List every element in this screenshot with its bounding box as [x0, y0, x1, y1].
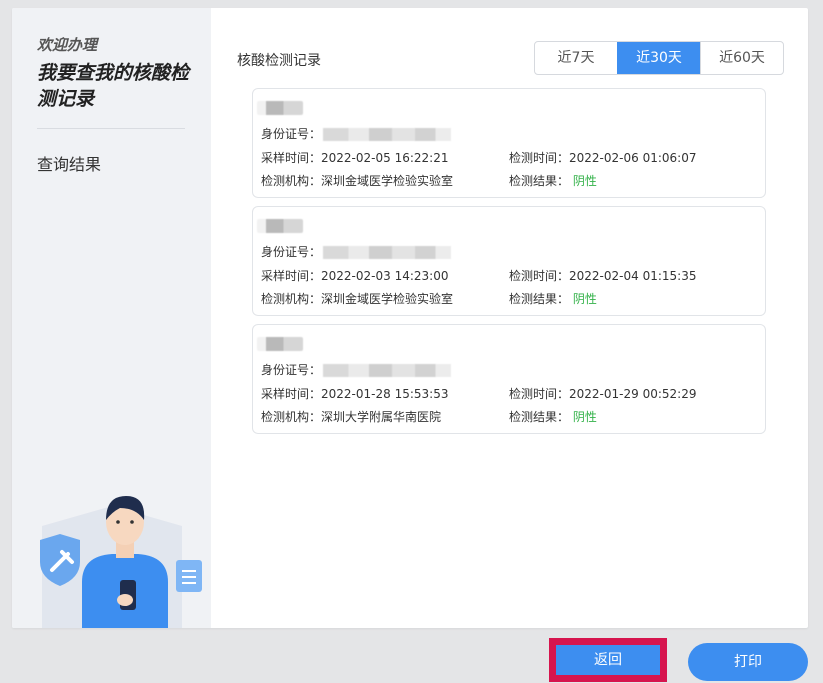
name-redacted [257, 337, 303, 351]
divider [37, 128, 185, 129]
tab-60-days[interactable]: 近60天 [700, 42, 783, 74]
result-value: 阴性 [572, 410, 597, 424]
org-value: 深圳金域医学检验实验室 [321, 174, 454, 188]
sample-time-label: 采样时间： [261, 269, 322, 283]
test-time-label: 检测时间： [509, 269, 570, 283]
org-value: 深圳大学附属华南医院 [321, 410, 442, 424]
main-content: 核酸检测记录 近7天 近30天 近60天 身份证号： 采样时间：2022-02-… [211, 8, 808, 628]
sample-time-value: 2022-01-28 15:53:53 [321, 387, 449, 401]
record-card: 身份证号： 采样时间：2022-02-03 14:23:00 检测时间：2022… [252, 206, 766, 316]
id-label: 身份证号： [261, 245, 322, 259]
org-label: 检测机构： [261, 410, 322, 424]
section-title: 核酸检测记录 [237, 53, 321, 69]
org-label: 检测机构： [261, 292, 322, 306]
id-redacted [323, 128, 452, 141]
print-button[interactable]: 打印 [688, 643, 808, 681]
date-range-tabs: 近7天 近30天 近60天 [534, 41, 784, 75]
test-time-value: 2022-02-04 01:15:35 [569, 269, 697, 283]
org-value: 深圳金域医学检验实验室 [321, 292, 454, 306]
test-time-value: 2022-01-29 00:52:29 [569, 387, 697, 401]
tab-30-days[interactable]: 近30天 [617, 42, 700, 74]
org-label: 检测机构： [261, 174, 322, 188]
test-time-value: 2022-02-06 01:06:07 [569, 151, 697, 165]
id-redacted [323, 246, 452, 259]
welcome-text: 欢迎办理 [37, 36, 98, 54]
result-label: 检测结果： [509, 174, 570, 188]
test-time-label: 检测时间： [509, 387, 570, 401]
test-time-label: 检测时间： [509, 151, 570, 165]
name-redacted [257, 101, 303, 115]
record-card: 身份证号： 采样时间：2022-02-05 16:22:21 检测时间：2022… [252, 88, 766, 198]
record-list: 身份证号： 采样时间：2022-02-05 16:22:21 检测时间：2022… [252, 88, 766, 442]
result-value: 阴性 [572, 292, 597, 306]
id-label: 身份证号： [261, 363, 322, 377]
result-label: 检测结果： [509, 292, 570, 306]
name-redacted [257, 219, 303, 233]
sample-time-value: 2022-02-03 14:23:00 [321, 269, 449, 283]
result-value: 阴性 [572, 174, 597, 188]
result-label: 检测结果： [509, 410, 570, 424]
sidebar-item-results[interactable]: 查询结果 [37, 151, 101, 175]
page-headline: 我要查我的核酸检测记录 [37, 62, 190, 110]
person-illustration [40, 496, 202, 628]
tab-7-days[interactable]: 近7天 [535, 42, 617, 74]
id-label: 身份证号： [261, 127, 322, 141]
back-button[interactable]: 返回 [556, 645, 660, 675]
sidebar: 欢迎办理 我要查我的核酸检测记录 查询结果 [12, 8, 211, 628]
sample-time-label: 采样时间： [261, 387, 322, 401]
id-redacted [323, 364, 452, 377]
sample-time-label: 采样时间： [261, 151, 322, 165]
record-card: 身份证号： 采样时间：2022-01-28 15:53:53 检测时间：2022… [252, 324, 766, 434]
sample-time-value: 2022-02-05 16:22:21 [321, 151, 449, 165]
main-panel: 欢迎办理 我要查我的核酸检测记录 查询结果 核酸检测记录 近7天 近30天 近6… [12, 8, 808, 628]
